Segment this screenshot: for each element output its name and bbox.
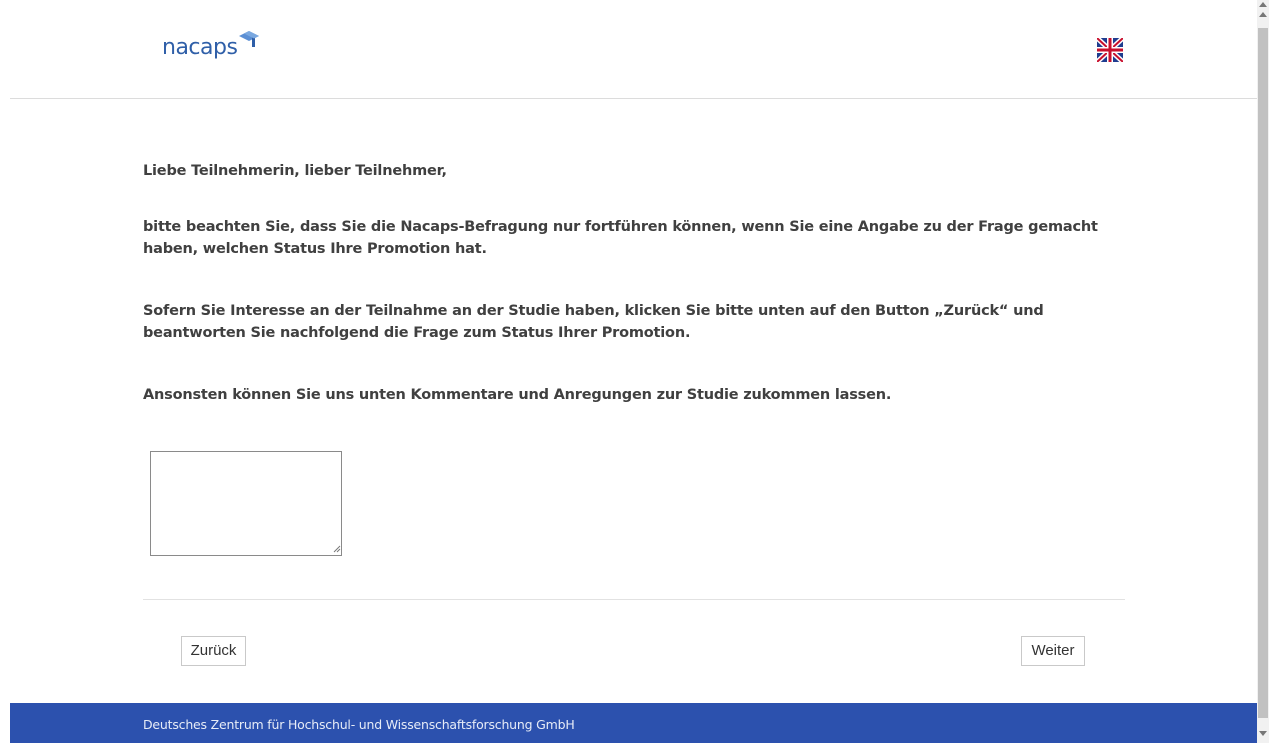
back-instruction-text: Sofern Sie Interesse an der Teilnahme an… xyxy=(143,303,1044,341)
logo-text: nacaps xyxy=(162,35,238,60)
uk-flag-icon[interactable] xyxy=(1097,38,1123,62)
footer: Deutsches Zentrum für Hochschul- und Wis… xyxy=(10,703,1257,743)
back-button[interactable]: Zurück xyxy=(181,636,246,666)
nacaps-logo: nacaps xyxy=(162,28,260,68)
vertical-scrollbar[interactable] xyxy=(1257,0,1269,743)
scrollbar-thumb[interactable] xyxy=(1258,28,1268,718)
resize-handle-icon[interactable] xyxy=(333,545,341,553)
status-required-text: bitte beachten Sie, dass Sie die Nacaps-… xyxy=(143,219,1098,257)
scroll-up-icon[interactable] xyxy=(1257,0,1269,22)
greeting-text: Liebe Teilnehmerin, lieber Teilnehmer, xyxy=(143,163,447,179)
footer-text: Deutsches Zentrum für Hochschul- und Wis… xyxy=(143,717,575,732)
graduation-cap-icon xyxy=(239,31,260,47)
scroll-down-icon[interactable] xyxy=(1257,725,1269,743)
header: nacaps xyxy=(10,0,1257,99)
next-button[interactable]: Weiter xyxy=(1021,636,1085,666)
comments-invitation-text: Ansonsten können Sie uns unten Kommentar… xyxy=(143,387,892,403)
comment-textarea[interactable] xyxy=(150,451,342,556)
divider xyxy=(143,599,1125,600)
survey-page: nacaps Liebe Teilnehmerin, lieber Teilne… xyxy=(0,0,1257,743)
